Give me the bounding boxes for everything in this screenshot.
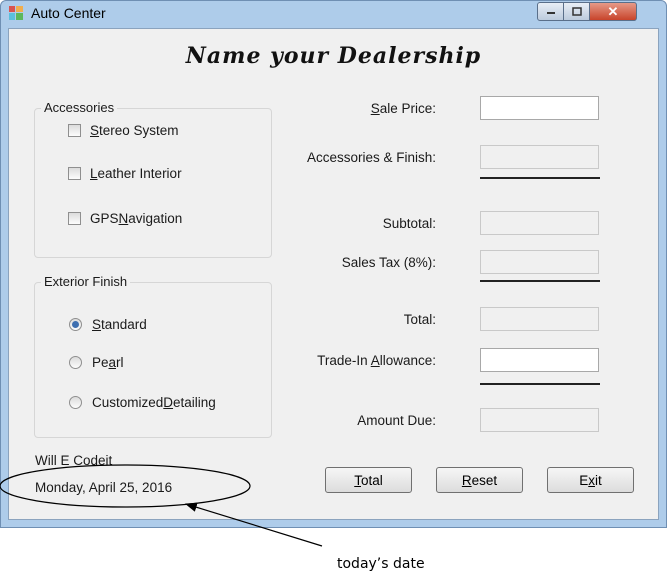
annotation-label: today’s date bbox=[337, 556, 425, 572]
annotation-arrow bbox=[184, 502, 323, 547]
date-highlight-ellipse bbox=[0, 464, 251, 508]
annotation-overlay bbox=[0, 464, 323, 547]
